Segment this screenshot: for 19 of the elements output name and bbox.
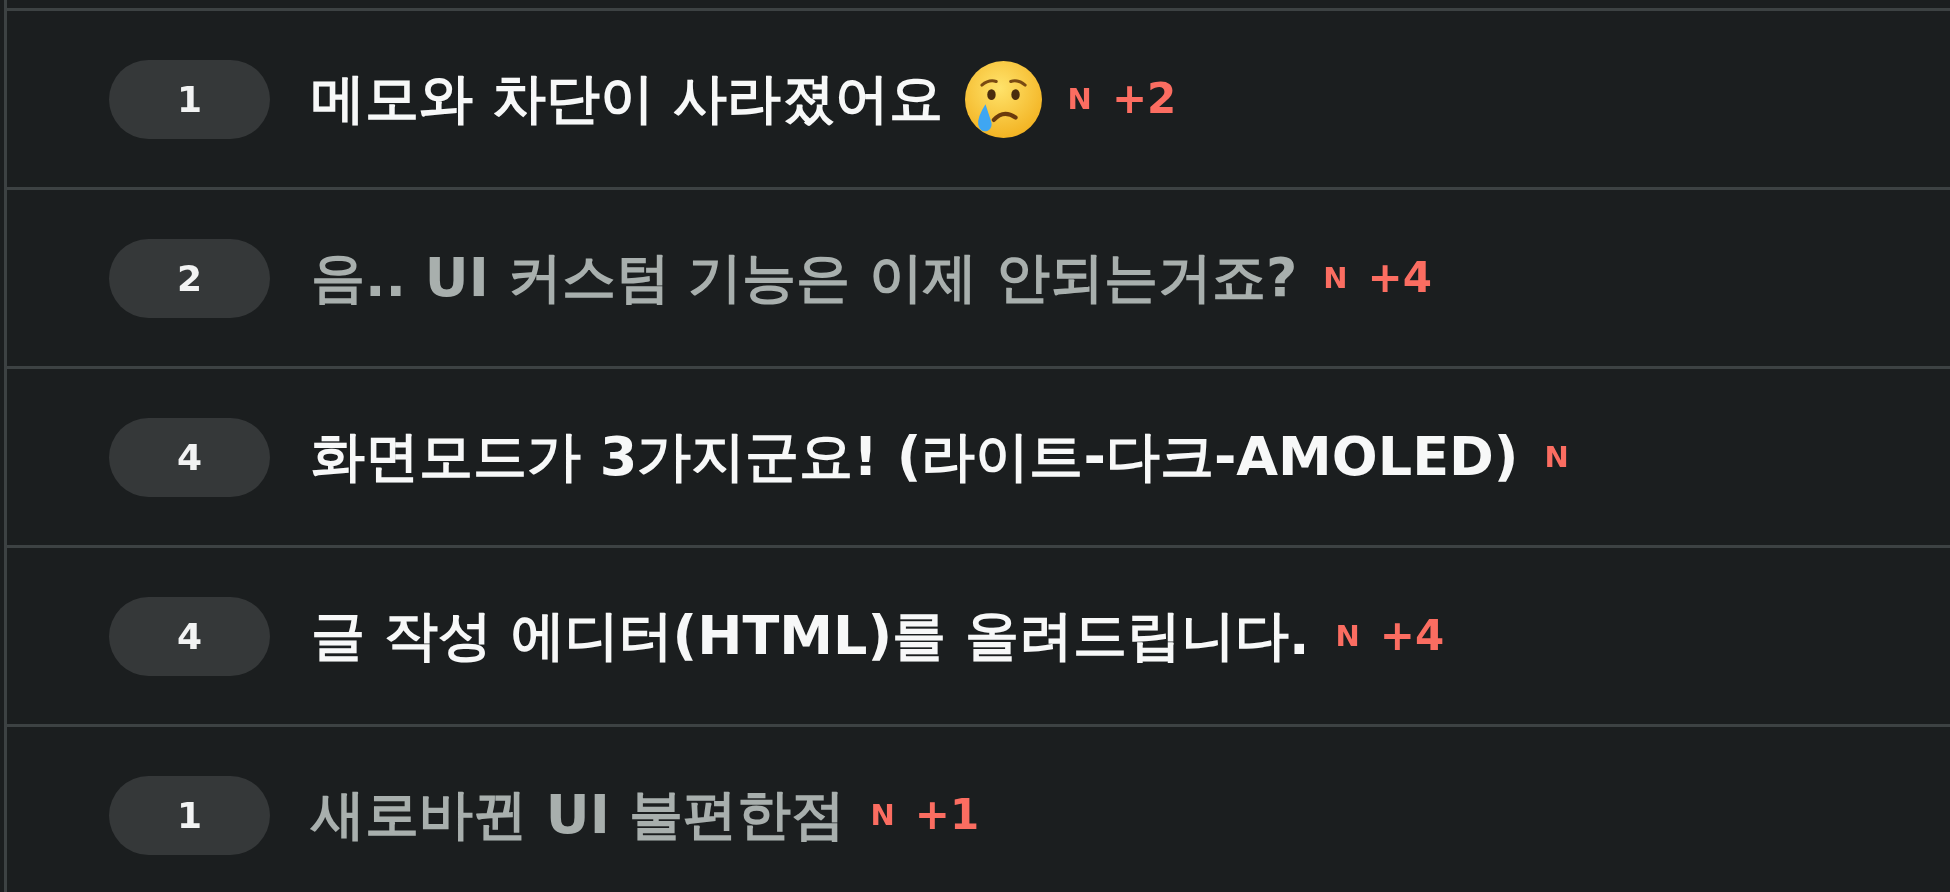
post-title[interactable]: 메모와 차단이 사라졌어요 — [311, 66, 943, 132]
new-label: N — [1335, 621, 1360, 651]
post-title[interactable]: 화면모드가 3가지군요! (라이트-다크-AMOLED) — [311, 424, 1519, 490]
new-label: N — [870, 800, 895, 830]
comment-count: +4 — [1367, 257, 1432, 299]
comment-count: +2 — [1111, 78, 1177, 120]
new-label: N — [1067, 84, 1092, 114]
new-label: N — [1323, 263, 1348, 293]
count-badge: 1 — [109, 775, 270, 855]
count-badge: 1 — [109, 59, 270, 139]
post-title[interactable]: 새로바뀐 UI 불편한점 — [311, 782, 845, 848]
count-badge: 4 — [109, 417, 270, 497]
new-label: N — [1544, 442, 1569, 472]
count-badge: 4 — [109, 596, 270, 676]
comment-count: +1 — [914, 794, 980, 836]
post-title[interactable]: 글 작성 에디터(HTML)를 올려드립니다. — [311, 603, 1310, 669]
count-badge: 2 — [109, 238, 270, 318]
post-title[interactable]: 음.. UI 커스텀 기능은 이제 안되는거죠? — [311, 245, 1298, 311]
comment-count: +4 — [1379, 615, 1445, 657]
